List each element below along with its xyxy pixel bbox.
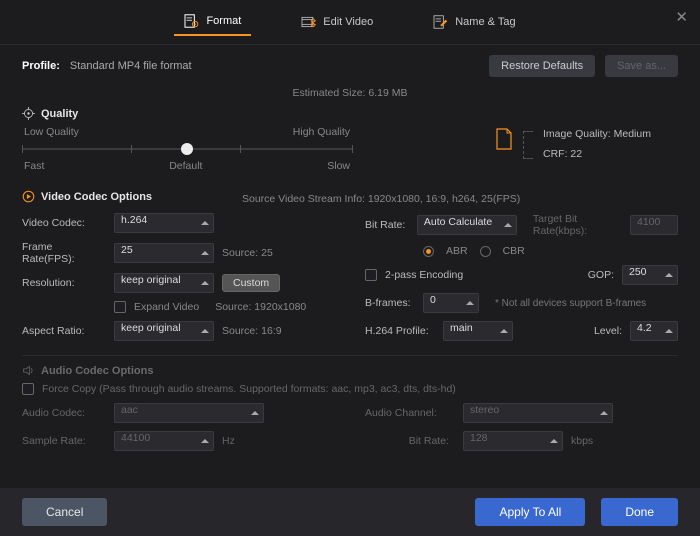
label-target-bitrate: Target Bit Rate(kbps): [533,213,622,237]
label-resolution: Resolution: [22,277,106,289]
label-hz: Hz [222,435,235,447]
section-title: Quality [41,108,78,120]
resolution-select[interactable]: keep original [114,273,214,293]
speed-slow-label: Slow [327,160,350,172]
label-bframes: B-frames: [365,297,415,309]
profile-label: Profile: [22,60,60,72]
footer: Cancel Apply To All Done [0,488,700,536]
h264-profile-select[interactable]: main [443,321,513,341]
section-title: Video Codec Options [41,191,152,203]
label-audio-codec: Audio Codec: [22,407,106,419]
label-cbr: CBR [503,245,525,257]
aspect-ratio-select[interactable]: keep original [114,321,214,341]
tab-label: Format [206,15,241,27]
label-audio-bitrate: Bit Rate: [365,435,455,447]
label-twopass: 2-pass Encoding [385,269,463,281]
quality-low-label: Low Quality [24,126,79,138]
label-video-codec: Video Codec: [22,217,106,229]
source-resolution: Source: 1920x1080 [215,301,306,313]
document-icon [495,128,513,150]
level-select[interactable]: 4.2 [630,321,678,341]
label-sample-rate: Sample Rate: [22,435,106,447]
label-frame-rate: Frame Rate(FPS): [22,241,106,265]
custom-resolution-button[interactable]: Custom [222,274,280,292]
tab-label: Name & Tag [455,16,515,28]
restore-defaults-button[interactable]: Restore Defaults [489,55,595,77]
file-gear-icon [184,14,200,28]
label-expand-video: Expand Video [134,301,199,313]
close-icon[interactable]: ✕ [675,8,688,26]
tab-name-tag[interactable]: Name & Tag [423,8,525,36]
section-quality: Quality [22,107,678,120]
tab-format[interactable]: Format [174,8,251,36]
section-title: Audio Codec Options [41,365,153,377]
source-stream-info: Source Video Stream Info: 1920x1080, 16:… [242,193,678,205]
gop-input[interactable]: 250 [622,265,678,285]
sample-rate-select[interactable]: 44100 [114,431,214,451]
cancel-button[interactable]: Cancel [22,498,107,526]
tab-bar: Format Edit Video Name & Tag [0,0,700,45]
abr-radio[interactable] [423,246,434,257]
image-quality-value: Image Quality: Medium [543,128,651,140]
crf-value: CRF: 22 [543,148,651,160]
save-as-button[interactable]: Save as... [605,55,678,77]
audio-channel-select[interactable]: stereo [463,403,613,423]
film-scissors-icon [301,15,317,29]
source-fps: Source: 25 [222,247,273,259]
bframes-select[interactable]: 0 [423,293,479,313]
speaker-icon [22,364,35,377]
label-audio-channel: Audio Channel: [365,407,455,419]
done-button[interactable]: Done [601,498,678,526]
bitrate-select[interactable]: Auto Calculate [417,215,517,235]
tab-edit-video[interactable]: Edit Video [291,8,383,36]
speed-default-label: Default [169,160,202,172]
tab-label: Edit Video [323,16,373,28]
file-pen-icon [433,15,449,29]
section-audio: Audio Codec Options [22,364,678,377]
quality-high-label: High Quality [293,126,350,138]
label-level: Level: [594,325,622,337]
bframes-note: * Not all devices support B-frames [495,298,646,309]
target-bitrate-input[interactable]: 4100 [630,215,678,235]
label-kbps: kbps [571,435,593,447]
profile-value: Standard MP4 file format [70,60,192,72]
quality-summary: Image Quality: Medium CRF: 22 [495,128,651,160]
frame-rate-select[interactable]: 25 [114,243,214,263]
source-aspect: Source: 16:9 [222,325,282,337]
estimated-size: Estimated Size: 6.19 MB [22,87,678,99]
play-circle-icon [22,190,35,203]
cbr-radio[interactable] [480,246,491,257]
label-force-copy: Force Copy (Pass through audio streams. … [42,383,456,395]
audio-bitrate-select[interactable]: 128 [463,431,563,451]
video-codec-select[interactable]: h.264 [114,213,214,233]
speed-fast-label: Fast [24,160,44,172]
gear-icon [22,107,35,120]
apply-to-all-button[interactable]: Apply To All [475,498,585,526]
two-pass-checkbox[interactable] [365,269,377,281]
label-gop: GOP: [588,269,614,281]
label-h264-profile: H.264 Profile: [365,325,435,337]
audio-codec-select[interactable]: aac [114,403,264,423]
label-abr: ABR [446,245,468,257]
expand-video-checkbox[interactable] [114,301,126,313]
label-aspect: Aspect Ratio: [22,325,106,337]
label-bitrate: Bit Rate: [365,219,409,231]
force-copy-checkbox[interactable] [22,383,34,395]
quality-slider[interactable] [22,140,352,158]
